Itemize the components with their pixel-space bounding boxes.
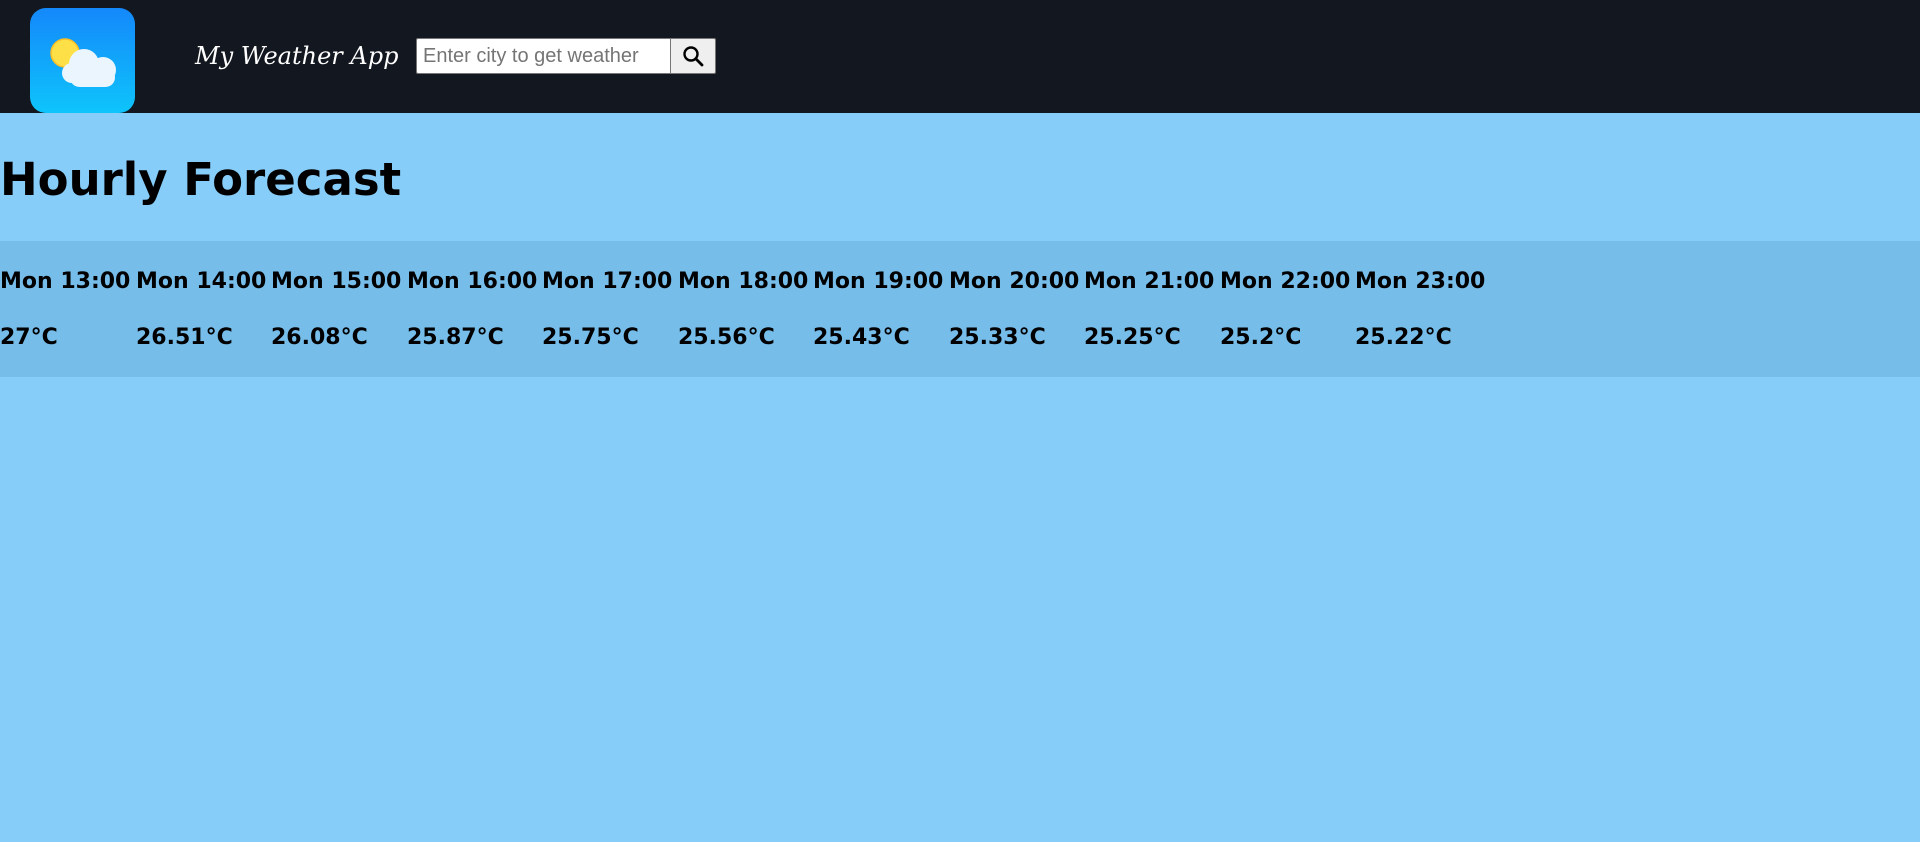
forecast-time: Mon 14:00 [136, 269, 267, 294]
forecast-temperature: 25.43°C [813, 325, 910, 350]
hourly-forecast-list: Mon 13:00 27°C Mon 14:00 26.51°C Mon 15:… [0, 241, 1920, 377]
forecast-temperature: 27°C [0, 325, 58, 350]
app-title: My Weather App [195, 42, 399, 70]
forecast-temperature: 25.87°C [407, 325, 504, 350]
city-search-input[interactable] [416, 38, 671, 74]
forecast-time: Mon 18:00 [678, 269, 809, 294]
forecast-temperature: 25.22°C [1355, 325, 1452, 350]
forecast-time: Mon 13:00 [0, 269, 131, 294]
forecast-temperature: 25.33°C [949, 325, 1046, 350]
forecast-temperature: 26.51°C [136, 325, 233, 350]
search-button[interactable] [671, 38, 716, 74]
search-icon [683, 46, 704, 67]
forecast-time: Mon 20:00 [949, 269, 1080, 294]
page-title: Hourly Forecast [0, 153, 402, 206]
search-form [416, 38, 716, 74]
weather-cloud-sun-icon [50, 38, 116, 87]
forecast-time: Mon 22:00 [1220, 269, 1351, 294]
navbar: My Weather App [0, 0, 1920, 113]
forecast-temperature: 25.75°C [542, 325, 639, 350]
forecast-time: Mon 21:00 [1084, 269, 1215, 294]
forecast-temperature: 25.56°C [678, 325, 775, 350]
app-logo[interactable] [30, 8, 135, 113]
forecast-time: Mon 23:00 [1355, 269, 1486, 294]
forecast-temperature: 26.08°C [271, 325, 368, 350]
forecast-time: Mon 17:00 [542, 269, 673, 294]
forecast-time: Mon 15:00 [271, 269, 402, 294]
forecast-time: Mon 19:00 [813, 269, 944, 294]
forecast-time: Mon 16:00 [407, 269, 538, 294]
forecast-temperature: 25.25°C [1084, 325, 1181, 350]
forecast-temperature: 25.2°C [1220, 325, 1302, 350]
